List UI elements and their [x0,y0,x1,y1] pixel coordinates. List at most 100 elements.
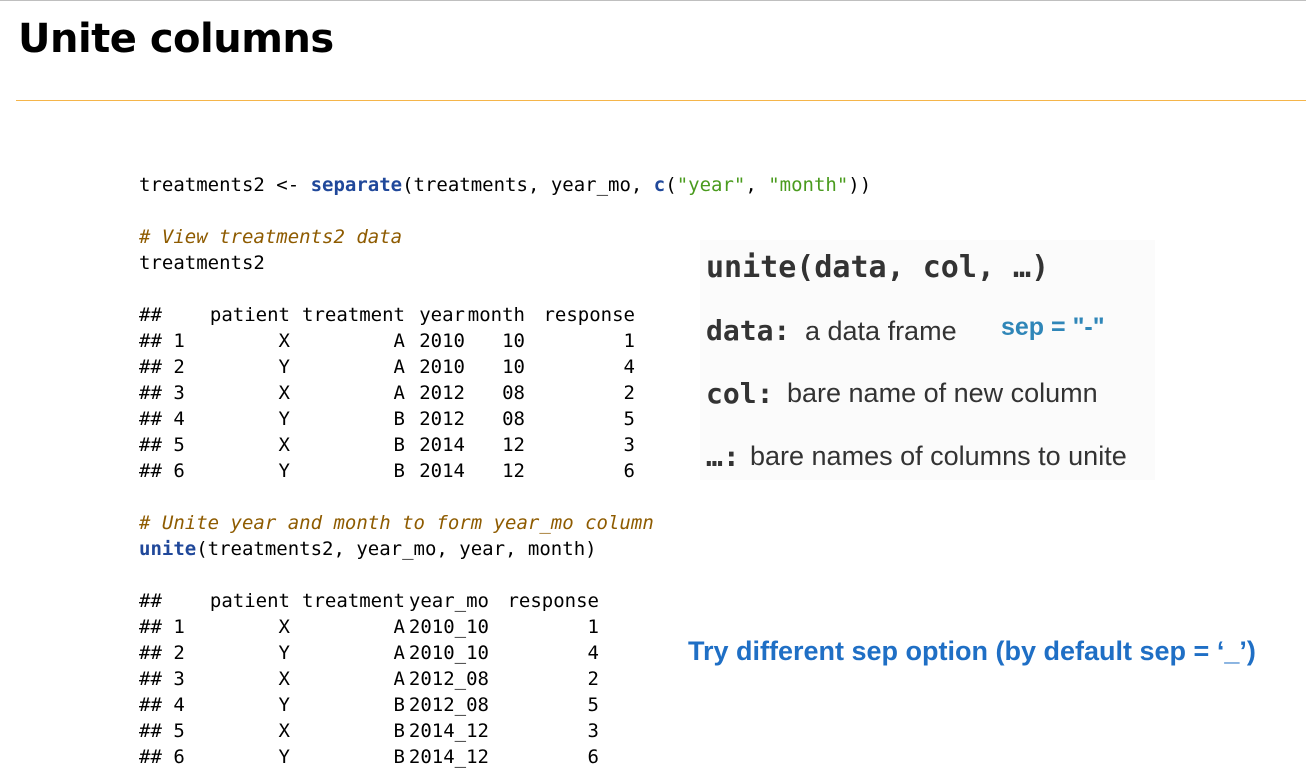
unite-signature: unite(data, col, …) [706,250,1050,285]
table-cell: 1 [587,616,599,638]
table-cell: 3 [623,434,635,456]
table-cell: Y [278,642,290,664]
code-close: )) [848,174,872,196]
table-cell: A [393,642,405,664]
table-cell: X [278,434,290,456]
row-index: ## 5 [139,434,185,456]
sep-hint: Try different sep option (by default sep… [688,636,1256,666]
table-cell: 2012_08 [408,668,489,690]
table-cell: X [278,720,290,742]
table-cell: 2014_12 [408,720,489,742]
code-args: (treatments2, year_mo, year, month) [196,538,597,560]
row-index: ## 3 [139,382,185,404]
table-cell: 4 [587,642,599,664]
title-rule [16,100,1306,101]
table-header-cell: patient [209,304,290,326]
table-cell: 2010 [419,330,465,352]
string-year: "year" [676,174,746,196]
table-header-cell: response [507,590,599,612]
table-cell: X [278,616,290,638]
table-cell: 5 [587,694,599,716]
code-line-unite: unite(treatments2, year_mo, year, month) [139,536,871,562]
table-cell: X [278,668,290,690]
table-cell: 2012_08 [408,694,489,716]
table-cell: 10 [502,356,525,378]
table-cell: Y [278,694,290,716]
table-cell: 08 [502,408,525,430]
top-border [0,0,1306,1]
table-header-cell: treatment [302,304,405,326]
arg-dots-desc: bare names of columns to unite [750,441,1127,471]
table-cell: X [278,382,290,404]
table-cell: 12 [502,434,525,456]
row-index: ## 4 [139,408,185,430]
table-header-cell: year [419,304,465,326]
row-index: ## 4 [139,694,185,716]
table-cell: 3 [587,720,599,742]
row-index: ## 6 [139,746,185,768]
code-comment-unite: # Unite year and month to form year_mo c… [139,512,654,534]
table-cell: 2 [623,382,635,404]
table-cell: Y [278,460,290,482]
table-row: ## 5 X B 2014_12 3 [139,718,871,744]
table-cell: A [393,330,405,352]
table-cell: A [393,356,405,378]
table-header-cell: response [543,304,635,326]
code-comma: , [745,174,769,196]
fn-unite: unite [139,538,197,560]
code-lhs: treatments2 <- [139,174,311,196]
arg-dots: …: [706,440,740,473]
row-index: ## 2 [139,356,185,378]
fn-c: c [653,174,666,196]
sep-note: sep = "-" [1001,313,1105,341]
row-index: ## 5 [139,720,185,742]
table-cell: Y [278,746,290,768]
table-cell: 2012 [419,408,465,430]
table-cell: B [393,460,405,482]
table-row: ## 4 Y B 2012_08 5 [139,692,871,718]
code-paren: ( [665,174,677,196]
table-header-cell: patient [209,590,290,612]
table-cell: B [393,694,405,716]
table-cell: Y [278,408,290,430]
table-cell: 10 [502,330,525,352]
table-cell: A [393,668,405,690]
code-line-separate: treatments2 <- separate(treatments, year… [139,172,871,198]
table-cell: 2014_12 [408,746,489,768]
arg-col-desc: bare name of new column [787,378,1098,408]
table-header-cell: treatment [302,590,405,612]
table-cell: B [393,746,405,768]
table-cell: X [278,330,290,352]
table-cell: 2012 [419,382,465,404]
row-index: ## 6 [139,460,185,482]
arg-data: data: [706,314,791,347]
table-header-prefix: ## [139,590,162,612]
table-cell: B [393,408,405,430]
table-cell: 2014 [419,460,465,482]
row-index: ## 1 [139,330,185,352]
table-cell: A [393,616,405,638]
table-cell: 6 [623,460,635,482]
table-cell: 2010_10 [408,616,489,638]
arg-data-desc: a data frame [805,316,957,346]
table-cell: A [393,382,405,404]
table-cell: 4 [623,356,635,378]
row-index: ## 3 [139,668,185,690]
table-cell: 5 [623,408,635,430]
table-cell: 08 [502,382,525,404]
table-header-cell: month [467,304,525,326]
slide-title: Unite columns [18,16,334,62]
table-cell: 2014 [419,434,465,456]
fn-separate: separate [310,174,403,196]
table-cell: Y [278,356,290,378]
row-index: ## 1 [139,616,185,638]
table-cell: 2010 [419,356,465,378]
table-cell: 2010_10 [408,642,489,664]
table-cell: B [393,720,405,742]
arg-col: col: [706,377,774,410]
table-header-row: ## patient treatment year_mo response [139,588,871,614]
code-args: (treatments, year_mo, [402,174,654,196]
table-cell: 12 [502,460,525,482]
table-row: ## 6 Y B 2014_12 6 [139,744,871,770]
table-cell: 6 [587,746,599,768]
